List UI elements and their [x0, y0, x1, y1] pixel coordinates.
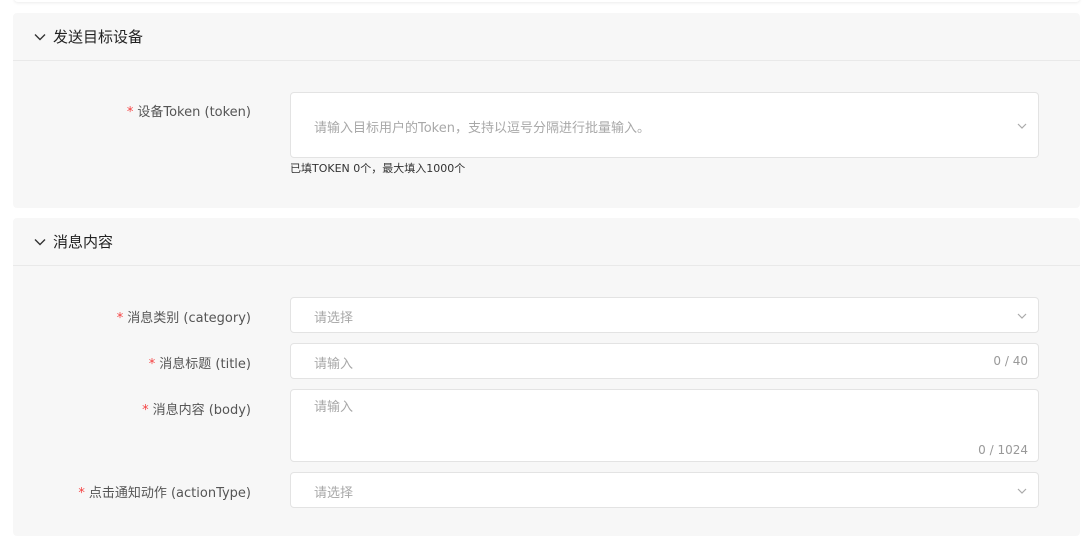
title-placeholder: 请输入	[314, 357, 354, 372]
section-title: 发送目标设备	[53, 28, 144, 46]
token-select[interactable]: 请输入目标用户的Token，支持以逗号分隔进行批量输入。	[290, 92, 1039, 158]
category-placeholder: 请选择	[314, 311, 354, 326]
body-char-counter: 0 / 1024	[978, 443, 1028, 457]
body-textarea[interactable]: 请输入 0 / 1024	[290, 389, 1039, 462]
action-type-label: * 点击通知动作 (actionType)	[78, 486, 251, 501]
title-char-counter: 0 / 40	[993, 354, 1028, 368]
chevron-down-icon[interactable]	[1016, 310, 1028, 322]
section-target-devices: 发送目标设备 * 设备Token (token) 请输入目标用户的Token，支持…	[13, 13, 1080, 208]
required-mark: *	[142, 403, 149, 418]
required-mark: *	[126, 105, 134, 120]
section-message-content: 消息内容 * 消息类别 (category) 请选择 * 消息标题 (title) …	[13, 218, 1080, 536]
section-header[interactable]: 发送目标设备	[13, 13, 1080, 61]
token-placeholder: 请输入目标用户的Token，支持以逗号分隔进行批量输入。	[314, 121, 650, 136]
section-title: 消息内容	[53, 233, 114, 251]
title-input[interactable]: 请输入 0 / 40	[290, 343, 1039, 379]
chevron-down-icon[interactable]	[33, 235, 47, 249]
token-count-hint: 已填TOKEN 0个，最大填入1000个	[290, 162, 466, 175]
action-type-select[interactable]: 请选择	[290, 472, 1039, 508]
action-type-placeholder: 请选择	[314, 486, 354, 501]
body-label: * 消息内容 (body)	[142, 403, 251, 418]
chevron-down-icon[interactable]	[1016, 120, 1028, 132]
title-label: * 消息标题 (title)	[148, 357, 251, 372]
token-label: * 设备Token (token)	[126, 105, 251, 120]
body-placeholder: 请输入	[314, 400, 354, 415]
required-mark: *	[78, 486, 85, 501]
category-label: * 消息类别 (category)	[116, 311, 251, 326]
required-mark: *	[148, 357, 156, 372]
category-select[interactable]: 请选择	[290, 297, 1039, 333]
required-mark: *	[116, 311, 124, 326]
previous-card-edge	[14, 0, 1080, 2]
section-header[interactable]: 消息内容	[13, 218, 1080, 266]
chevron-down-icon[interactable]	[1016, 485, 1028, 497]
chevron-down-icon[interactable]	[33, 30, 47, 44]
